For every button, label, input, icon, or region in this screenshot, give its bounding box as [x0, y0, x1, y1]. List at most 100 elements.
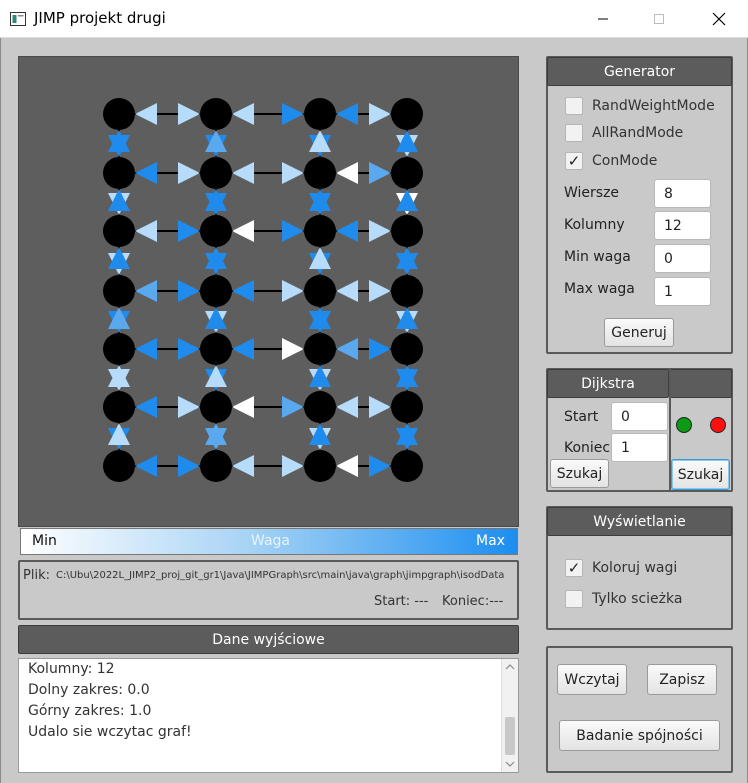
output-lines: Kolumny: 12 Dolny zakres: 0.0 Górny zakres… [19, 659, 518, 743]
graph-node[interactable] [200, 450, 232, 482]
checkbox-label: ConMode [592, 153, 658, 169]
graph-node[interactable] [200, 215, 232, 247]
rows-input[interactable]: 8 [654, 179, 711, 208]
graph-node[interactable] [103, 275, 135, 307]
graph-node[interactable] [391, 98, 423, 130]
scroll-down-icon [505, 761, 515, 767]
columns-label: Kolumny [564, 217, 625, 233]
title-bar: JIMP projekt drugi [0, 0, 748, 38]
close-button[interactable] [696, 0, 742, 38]
dijkstra-header-right [670, 369, 732, 398]
graph-node[interactable] [103, 391, 135, 423]
checkbox-label: Koloruj wagi [592, 560, 678, 576]
graph-node[interactable] [391, 450, 423, 482]
save-button[interactable]: Zapisz [647, 664, 717, 695]
graph-node[interactable] [200, 391, 232, 423]
columns-input[interactable]: 12 [654, 211, 711, 240]
checkbox-conmode[interactable]: ✓ ConMode [565, 152, 657, 170]
min-weight-label: Min waga [564, 249, 631, 265]
graph-node[interactable] [391, 215, 423, 247]
dijkstra-start-input[interactable]: 0 [611, 402, 668, 431]
dijkstra-end-input[interactable]: 1 [611, 433, 668, 462]
output-line: Udalo sie wczytac graf! [28, 724, 192, 740]
checkbox-path-only[interactable]: Tylko scieżka [565, 590, 682, 608]
output-line: Dolny zakres: 0.0 [28, 682, 150, 698]
graph-node[interactable] [304, 215, 336, 247]
connectivity-button[interactable]: Badanie spójności [559, 720, 720, 751]
dijkstra-end-label: Koniec [564, 440, 611, 456]
graph-node[interactable] [103, 98, 135, 130]
output-textarea[interactable]: Kolumny: 12 Dolny zakres: 0.0 Górny zakres… [18, 658, 519, 773]
checkbox-color-weights[interactable]: ✓ Koloruj wagi [565, 559, 677, 577]
checkbox-box[interactable]: ✓ [565, 152, 583, 170]
output-line: Kolumny: 12 [28, 661, 115, 677]
legend-max-label: Max [476, 533, 505, 549]
dijkstra-search-button-2[interactable]: Szukaj [671, 459, 730, 490]
start-color-indicator [676, 417, 692, 433]
min-weight-input[interactable]: 0 [654, 244, 711, 273]
app-icon [10, 12, 26, 26]
file-info-panel: Plik: C:\Ubu\2022L_JIMP2_proj_git_gr1\Ja… [18, 560, 519, 620]
checkbox-box[interactable]: ✓ [565, 559, 583, 577]
dijkstra-header: Dijkstra [547, 369, 669, 398]
graph-node[interactable] [304, 157, 336, 189]
max-weight-input[interactable]: 1 [654, 277, 711, 306]
checkbox-label: AllRandMode [592, 125, 684, 141]
checkmark-icon: ✓ [567, 558, 581, 577]
checkbox-randweightmode[interactable]: RandWeightMode [565, 97, 715, 115]
graph-node[interactable] [200, 98, 232, 130]
path-end-text: Koniec:--- [442, 594, 504, 609]
graph-node[interactable] [200, 333, 232, 365]
graph-node[interactable] [103, 157, 135, 189]
graph-node[interactable] [200, 157, 232, 189]
file-label: Plik: [23, 568, 50, 583]
graph-node[interactable] [391, 333, 423, 365]
graph-node[interactable] [103, 450, 135, 482]
end-color-indicator [710, 417, 726, 433]
graph-drawing [103, 98, 423, 482]
checkbox-label: Tylko scieżka [592, 591, 683, 607]
graph-node[interactable] [391, 391, 423, 423]
maximize-icon [654, 14, 664, 24]
graph-node[interactable] [103, 333, 135, 365]
file-path: C:\Ubu\2022L_JIMP2_proj_git_gr1\Java\JIM… [56, 570, 505, 581]
max-weight-label: Max waga [564, 281, 635, 297]
graph-node[interactable] [304, 333, 336, 365]
graph-node[interactable] [304, 450, 336, 482]
checkbox-box[interactable] [565, 124, 583, 142]
display-header: Wyświetlanie [547, 507, 732, 536]
checkbox-box[interactable] [565, 590, 583, 608]
dijkstra-start-label: Start [564, 409, 599, 425]
graph-node[interactable] [391, 157, 423, 189]
graph-node[interactable] [200, 275, 232, 307]
generate-button[interactable]: Generuj [604, 318, 674, 347]
rows-label: Wiersze [564, 185, 620, 201]
maximize-button[interactable] [636, 0, 682, 38]
checkbox-allrandmode[interactable]: AllRandMode [565, 124, 683, 142]
graph-node[interactable] [391, 275, 423, 307]
graph-canvas[interactable] [18, 56, 519, 527]
load-button[interactable]: Wczytaj [557, 664, 627, 695]
checkbox-box[interactable] [565, 97, 583, 115]
output-line: Górny zakres: 1.0 [28, 703, 152, 719]
close-icon [712, 12, 726, 26]
graph-node[interactable] [304, 391, 336, 423]
output-scrollbar[interactable] [501, 659, 518, 772]
generator-header: Generator [547, 57, 732, 86]
dijkstra-search-button[interactable]: Szukaj [550, 459, 609, 488]
weight-legend: Min Waga Max [20, 528, 518, 555]
graph-node[interactable] [304, 98, 336, 130]
path-start-text: Start: --- [374, 594, 429, 609]
output-header: Dane wyjściowe [18, 625, 519, 654]
client-area: Min Waga Max Plik: C:\Ubu\2022L_JIMP2_pr… [0, 38, 748, 783]
minimize-icon [598, 18, 608, 20]
window-title: JIMP projekt drugi [34, 9, 166, 27]
graph-node[interactable] [304, 275, 336, 307]
checkmark-icon: ✓ [567, 151, 581, 170]
graph-node[interactable] [103, 215, 135, 247]
minimize-button[interactable] [580, 0, 626, 38]
scrollbar-thumb[interactable] [505, 717, 515, 755]
scroll-up-icon [505, 664, 515, 670]
legend-min-label: Min [32, 533, 57, 549]
legend-mid-label: Waga [251, 533, 290, 549]
